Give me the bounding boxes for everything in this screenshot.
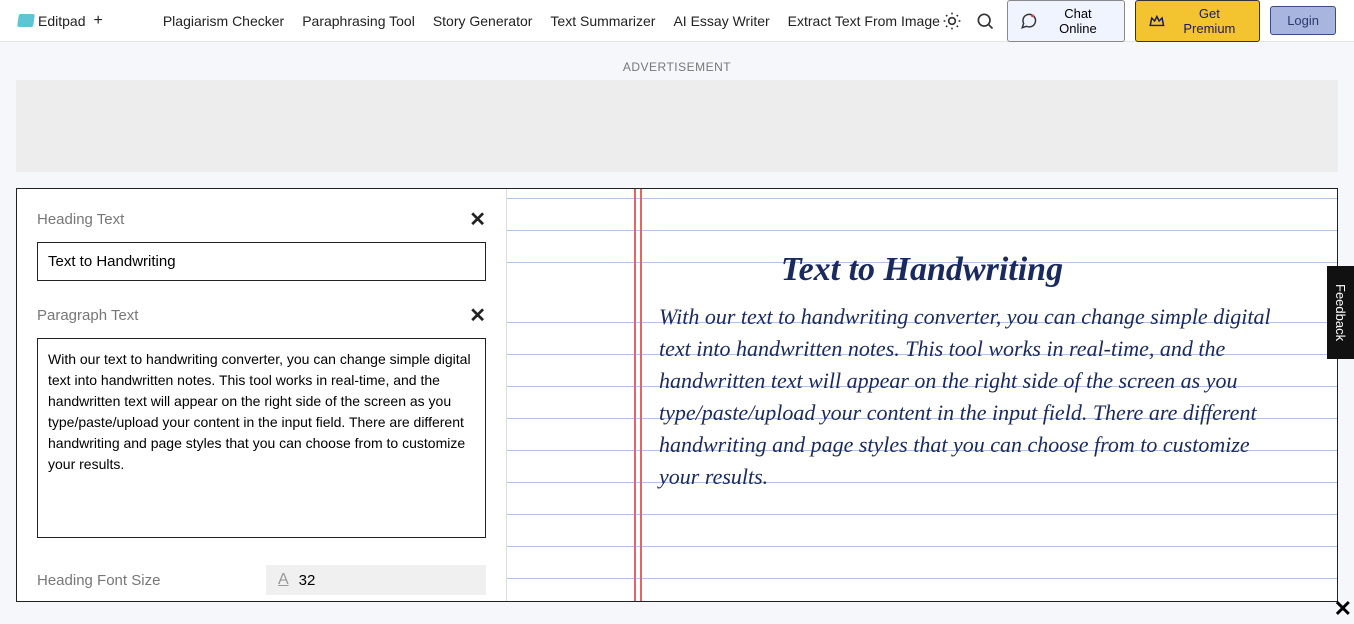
login-button[interactable]: Login (1270, 6, 1336, 35)
editor-panel: Heading Text ✕ Paragraph Text ✕ Heading … (17, 189, 507, 601)
header: Editpad + Plagiarism Checker Paraphrasin… (0, 0, 1354, 42)
crown-icon (1148, 12, 1166, 30)
paragraph-field-row: Paragraph Text ✕ (37, 303, 486, 328)
nav-plagiarism[interactable]: Plagiarism Checker (163, 13, 284, 29)
heading-label: Heading Text (37, 211, 124, 228)
clear-paragraph-icon[interactable]: ✕ (469, 303, 486, 328)
chat-icon (1020, 12, 1038, 30)
notebook-paper: Text to Handwriting With our text to han… (507, 189, 1337, 601)
font-size-row: Heading Font Size A 32 (37, 565, 486, 595)
font-size-icon: A (278, 571, 289, 589)
heading-field-row: Heading Text ✕ (37, 207, 486, 232)
main-panel: Heading Text ✕ Paragraph Text ✕ Heading … (16, 188, 1338, 602)
nav-paraphrasing[interactable]: Paraphrasing Tool (302, 13, 415, 29)
header-right: Chat Online Get Premium Login (940, 0, 1336, 42)
feedback-tab[interactable]: Feedback (1327, 266, 1354, 359)
chat-online-button[interactable]: Chat Online (1007, 0, 1125, 42)
font-size-control[interactable]: A 32 (266, 565, 486, 595)
heading-input[interactable] (37, 242, 486, 281)
font-size-value: 32 (299, 572, 316, 589)
preview-panel: Text to Handwriting With our text to han… (507, 189, 1337, 601)
font-size-label: Heading Font Size (37, 572, 160, 589)
close-icon[interactable]: ✕ (1334, 596, 1352, 622)
handwriting-heading: Text to Handwriting (507, 251, 1337, 289)
paragraph-input[interactable] (37, 338, 486, 538)
ad-section: ADVERTISEMENT (0, 42, 1354, 172)
chat-label: Chat Online (1044, 6, 1112, 36)
nav-story[interactable]: Story Generator (433, 13, 533, 29)
logo-text: Editpad (38, 13, 85, 29)
logo-icon (17, 14, 35, 27)
get-premium-button[interactable]: Get Premium (1135, 0, 1260, 42)
search-icon[interactable] (974, 9, 998, 33)
premium-label: Get Premium (1172, 6, 1248, 36)
ad-placeholder (16, 80, 1338, 172)
nav-extract[interactable]: Extract Text From Image (788, 13, 940, 29)
paragraph-label: Paragraph Text (37, 307, 138, 324)
theme-icon[interactable] (940, 9, 964, 33)
nav: Plagiarism Checker Paraphrasing Tool Sto… (163, 13, 940, 29)
handwriting-body: With our text to handwriting converter, … (659, 301, 1277, 493)
logo[interactable]: Editpad + (18, 12, 103, 30)
clear-heading-icon[interactable]: ✕ (469, 207, 486, 232)
nav-summarizer[interactable]: Text Summarizer (550, 13, 655, 29)
nav-essay[interactable]: AI Essay Writer (673, 13, 769, 29)
ad-label: ADVERTISEMENT (16, 60, 1338, 74)
new-tab-plus-icon[interactable]: + (93, 12, 102, 30)
